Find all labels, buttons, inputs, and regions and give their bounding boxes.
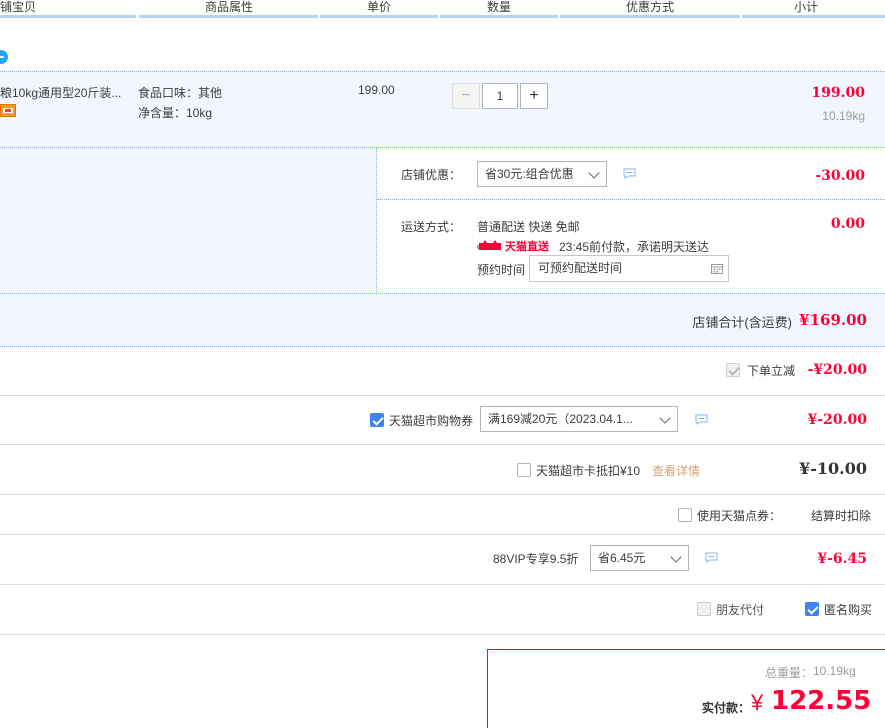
pay-label: 实付款： [702, 701, 751, 715]
divider [0, 346, 885, 347]
shipping-amount: 0.00 [830, 216, 865, 232]
qty-input[interactable]: 1 [482, 83, 518, 109]
friend-pay-label: 朋友代付 [716, 603, 765, 617]
vip-discount-amount: ¥-6.45 [817, 551, 867, 567]
anonymous-checkbox[interactable] [805, 602, 819, 616]
divider [0, 395, 885, 396]
tmall-direct-icon [477, 240, 501, 250]
shop-badge-icon [0, 50, 8, 64]
coupon-select[interactable]: 满169减20元（2023.04.1... [480, 406, 678, 432]
card-deduct-label: 天猫超市卡抵扣¥10 [536, 464, 641, 478]
vip-discount-label: 88VIP专享9.5折 [493, 552, 579, 566]
item-attr-flavor: 食品口味：其他 [138, 86, 223, 100]
chevron-down-icon [588, 167, 600, 179]
divider [0, 634, 885, 635]
item-unit-price: 199.00 [358, 83, 395, 97]
divider [0, 494, 885, 495]
item-row [0, 72, 885, 147]
total-weight-value: 10.19kg [813, 664, 856, 678]
friend-pay-checkbox [697, 602, 711, 616]
header-underline [139, 15, 318, 18]
product-tag-icon [0, 104, 16, 117]
chevron-down-icon [659, 412, 671, 424]
calendar-icon [711, 264, 723, 274]
coupon-label: 天猫超市购物券 [389, 414, 474, 428]
divider [0, 584, 885, 585]
header-item: 铺宝贝 [0, 0, 37, 14]
shop-total-amount: ¥169.00 [799, 311, 867, 329]
table-header: 铺宝贝 商品属性 单价 数量 优惠方式 小计 [0, 0, 885, 18]
card-details-link[interactable]: 查看详情 [652, 462, 700, 479]
shop-left-area [0, 148, 376, 294]
tmall-direct-note: 23:45前付款，承诺明天送达 [559, 240, 710, 254]
vip-discount-select[interactable]: 省6.45元 [590, 545, 689, 571]
coupon-amount: ¥-20.00 [807, 412, 867, 428]
coupon-checkbox[interactable] [370, 413, 384, 427]
shop-promo-select[interactable]: 省30元:组合优惠 [477, 161, 607, 187]
shop-total-label: 店铺合计(含运费) [692, 315, 792, 330]
reserve-time-input[interactable]: 可预约配送时间 [529, 255, 729, 282]
pay-currency: ¥ [751, 690, 764, 715]
item-title[interactable]: 粮10kg通用型20斤装... [0, 84, 121, 101]
total-weight-label: 总重量： [765, 666, 814, 680]
divider [0, 534, 885, 535]
header-underline [320, 15, 438, 18]
shop-promo-selected: 省30元:组合优惠 [485, 167, 574, 181]
chevron-down-icon [670, 551, 682, 563]
header-quantity: 数量 [486, 0, 511, 14]
coupon-selected: 满169减20元（2023.04.1... [488, 412, 633, 426]
divider [0, 444, 885, 445]
header-promotion: 优惠方式 [625, 0, 674, 14]
points-note: 结算时扣除 [811, 509, 872, 523]
item-subtotal: 199.00 [811, 85, 865, 101]
header-unit-price: 单价 [366, 0, 391, 14]
item-weight: 10.19kg [822, 109, 865, 123]
header-underline [560, 15, 740, 18]
anonymous-label: 匿名购买 [824, 603, 873, 617]
reserve-label: 预约时间 [477, 263, 526, 277]
shop-promo-label: 店铺优惠： [401, 168, 462, 182]
instant-discount-amount: -¥20.00 [807, 362, 867, 378]
header-underline [0, 15, 136, 18]
header-attributes: 商品属性 [204, 0, 253, 14]
divider [376, 148, 377, 294]
instant-discount-checkbox [726, 363, 740, 377]
shop-promo-amount: -30.00 [815, 168, 865, 184]
vip-discount-selected: 省6.45元 [598, 551, 646, 565]
card-deduct-amount: ¥-10.00 [799, 459, 867, 478]
tmall-direct-brand: 天猫直送 [505, 241, 549, 253]
reserve-placeholder: 可预约配送时间 [538, 261, 623, 275]
shipping-label: 运送方式： [401, 220, 462, 234]
message-icon[interactable] [705, 552, 718, 563]
divider [377, 199, 885, 200]
header-underline [440, 15, 558, 18]
divider [0, 293, 885, 294]
message-icon[interactable] [695, 414, 708, 425]
pay-amount: 122.55 [771, 686, 872, 716]
qty-minus-button[interactable]: − [452, 83, 480, 109]
header-subtotal: 小计 [793, 0, 818, 14]
header-underline [742, 15, 885, 18]
message-icon[interactable] [623, 168, 636, 179]
divider [0, 71, 885, 72]
qty-plus-button[interactable]: + [520, 83, 548, 109]
points-label: 使用天猫点券： [697, 509, 782, 523]
points-checkbox[interactable] [678, 508, 692, 522]
item-attr-weight: 净含量：10kg [138, 106, 213, 120]
card-deduct-checkbox[interactable] [517, 463, 531, 477]
shipping-desc: 普通配送 快递 免邮 [477, 220, 580, 234]
